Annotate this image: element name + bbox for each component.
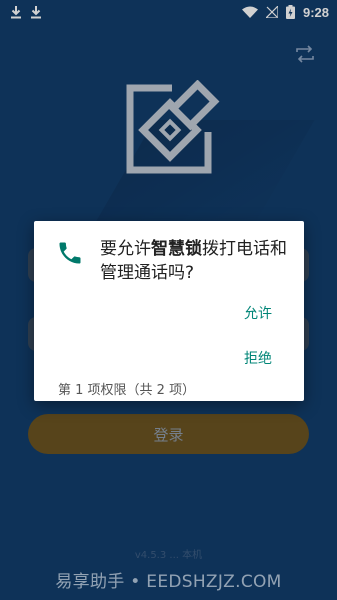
message-prefix: 要允许 bbox=[100, 239, 151, 259]
permission-counter: 第 1 项权限（共 2 项） bbox=[58, 383, 196, 398]
allow-button[interactable]: 允许 bbox=[244, 303, 272, 323]
permission-dialog: 要允许智慧锁拨打电话和管理通话吗? 允许 拒绝 第 1 项权限（共 2 项） bbox=[34, 221, 304, 401]
dialog-message: 要允许智慧锁拨打电话和管理通话吗? bbox=[100, 237, 296, 285]
watermark: 易享助手 • EEDSHZJZ.COM bbox=[55, 572, 282, 592]
app-name: 智慧锁 bbox=[151, 239, 202, 259]
deny-button[interactable]: 拒绝 bbox=[244, 348, 272, 368]
phone-icon bbox=[59, 242, 81, 264]
